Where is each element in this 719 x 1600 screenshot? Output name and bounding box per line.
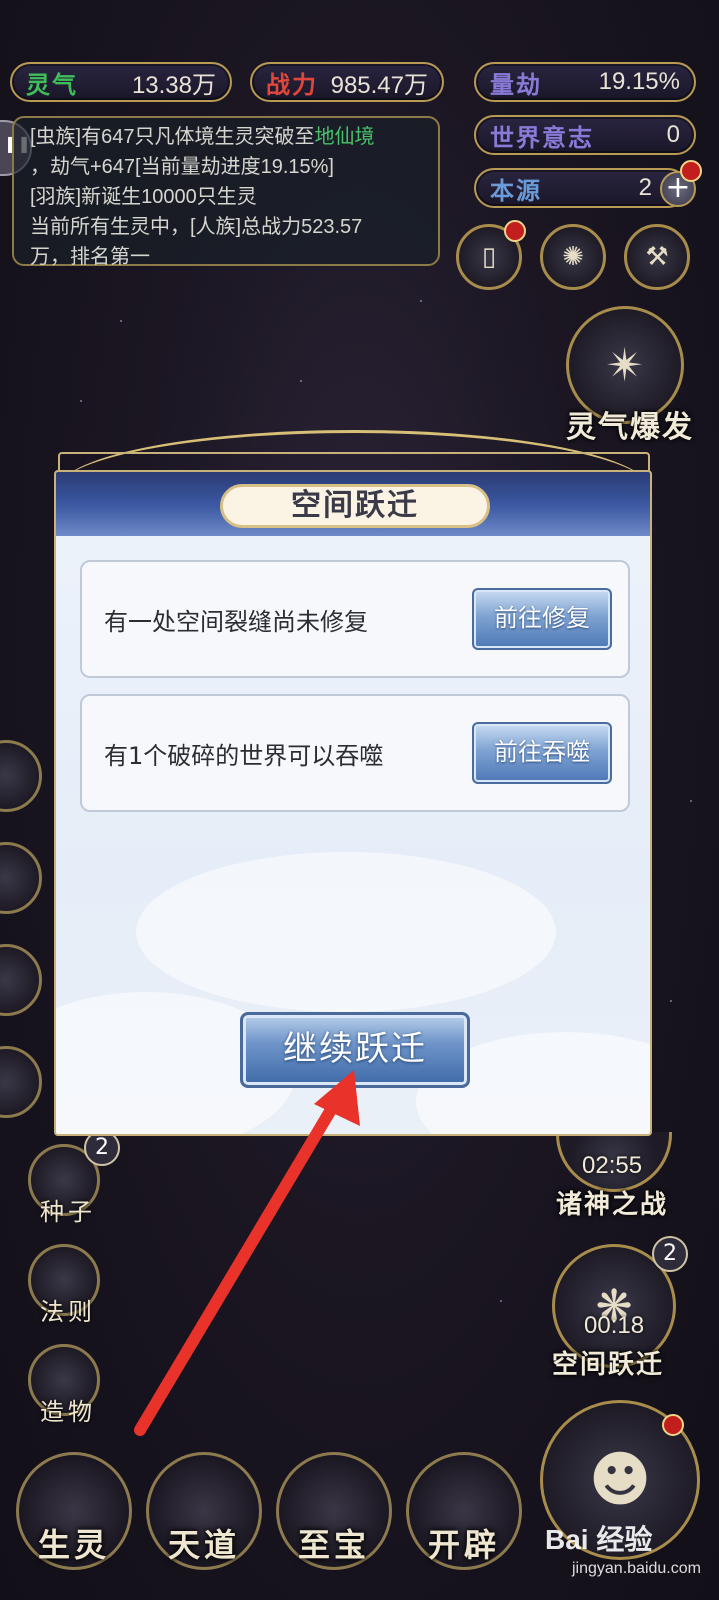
nav-shengling-label: 生灵: [37, 1526, 110, 1564]
continue-jump-button[interactable]: 继续跃迁: [240, 1012, 470, 1088]
benyuan-stat: 本源 2 +: [474, 168, 696, 208]
lingqi-label: 灵气: [26, 70, 78, 99]
baidu-url: jingyan.baidu.com: [572, 1560, 701, 1577]
space-jump-label: 空间跃迁: [552, 1350, 665, 1380]
gods-war-label: 诸神之战: [556, 1190, 669, 1220]
news-line: 万，排名第一: [30, 246, 150, 268]
world-will-stat: 世界意志 0: [474, 115, 696, 155]
space-jump-dialog: 空间跃迁 有一处空间裂缝尚未修复 前往修复 有1个破碎的世界可以吞噬 前往吞噬 …: [54, 470, 652, 1136]
nav-kaipi-label: 开辟: [427, 1526, 500, 1564]
news-text: [虫族]有647只凡体境生灵突破至: [30, 126, 315, 148]
go-repair-button[interactable]: 前往修复: [472, 588, 612, 650]
news-line: ，劫气+647[当前量劫进度19.15%]: [30, 156, 334, 178]
liangjie-value: 19.15%: [598, 68, 680, 95]
seed-label: 种子: [40, 1198, 96, 1226]
benyuan-label: 本源: [490, 176, 542, 205]
portal-icon-button[interactable]: ✺: [540, 224, 606, 290]
baidu-logo: Bai 经验: [545, 1524, 653, 1555]
news-log: [虫族]有647只凡体境生灵突破至地仙境 ，劫气+647[当前量劫进度19.15…: [12, 116, 440, 268]
gods-war-timer: 02:55: [582, 1152, 643, 1179]
news-line: [虫族]有647只凡体境生灵突破至地仙境: [30, 122, 428, 152]
liangjie-stat: 量劫 19.15%: [474, 62, 696, 102]
world-will-label: 世界意志: [490, 123, 594, 152]
lingqi-burst-label: 灵气爆发: [566, 410, 694, 445]
list-item: 有1个破碎的世界可以吞噬 前往吞噬: [80, 694, 630, 812]
zhanli-value: 985.47万: [330, 71, 428, 99]
left-partial-icon[interactable]: [0, 1046, 42, 1118]
cloud-decoration: [136, 852, 556, 1012]
lingqi-stat: 灵气 13.38万: [10, 62, 232, 102]
benyuan-notification-dot: [680, 160, 702, 182]
devour-world-text: 有1个破碎的世界可以吞噬: [104, 742, 384, 770]
news-line: 当前所有生灵中，[人族]总战力523.57: [30, 216, 363, 238]
nav-zhibao-label: 至宝: [297, 1526, 370, 1564]
space-jump-badge: 2: [652, 1236, 688, 1272]
nav-tiandao-label: 天道: [167, 1526, 240, 1564]
zhanli-stat: 战力 985.47万: [250, 62, 444, 102]
creation-label: 造物: [40, 1398, 96, 1426]
news-line: [羽族]新诞生10000只生灵: [30, 186, 257, 208]
lingqi-value: 13.38万: [131, 71, 216, 99]
dialog-title: 空间跃迁: [220, 484, 490, 528]
list-item: 有一处空间裂缝尚未修复 前往修复: [80, 560, 630, 678]
left-partial-icon[interactable]: [0, 740, 42, 812]
news-highlight: 地仙境: [314, 126, 375, 148]
rift-repair-text: 有一处空间裂缝尚未修复: [104, 608, 368, 636]
world-will-value: 0: [666, 121, 680, 148]
law-label: 法则: [40, 1298, 96, 1326]
dialog-frame-ornament: [58, 452, 650, 472]
left-partial-icon[interactable]: [0, 944, 42, 1016]
go-devour-button[interactable]: 前往吞噬: [472, 722, 612, 784]
liangjie-label: 量劫: [490, 70, 542, 99]
space-jump-timer: 00:18: [584, 1312, 645, 1339]
zhanli-label: 战力: [266, 70, 318, 99]
card-notification-dot: [504, 220, 526, 242]
hammer-icon-button[interactable]: ⚒: [624, 224, 690, 290]
benyuan-value: 2: [638, 174, 652, 201]
left-partial-icon[interactable]: [0, 842, 42, 914]
portrait-notification-dot: [662, 1414, 684, 1436]
